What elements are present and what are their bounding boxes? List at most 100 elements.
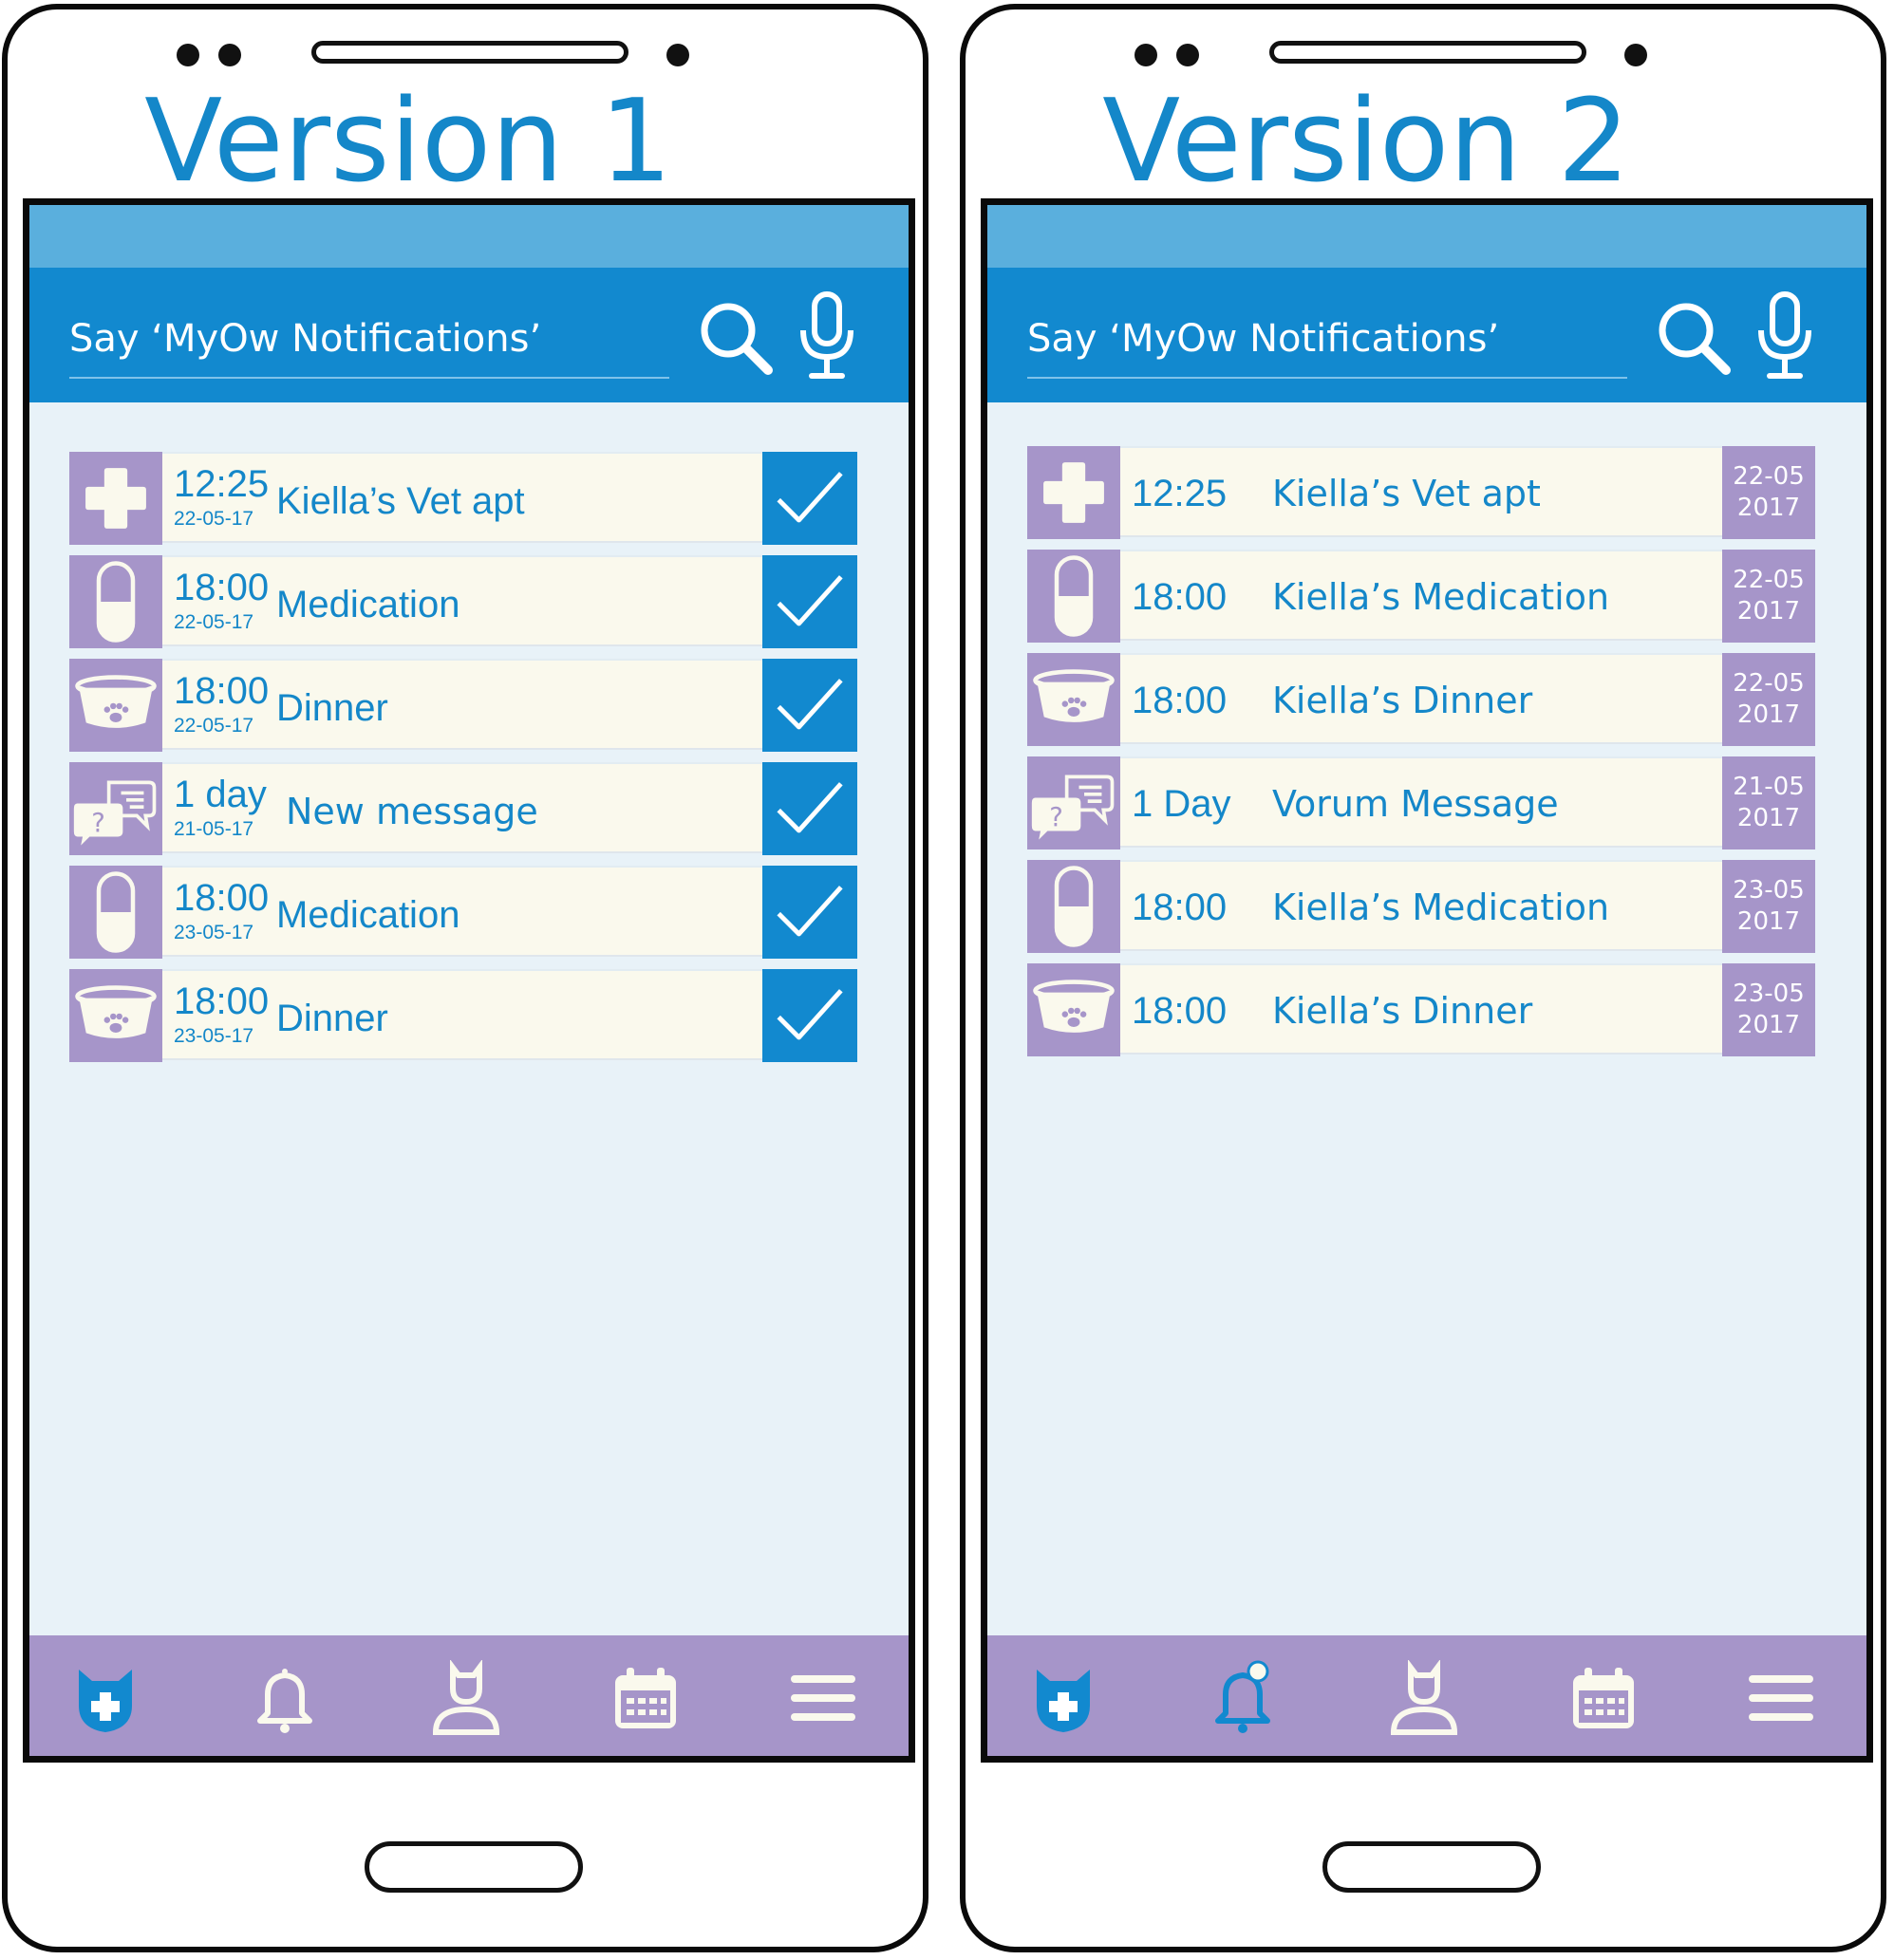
profile-icon[interactable] bbox=[1386, 1660, 1462, 1736]
item-time: 18:00 bbox=[174, 567, 270, 608]
list-item[interactable]: 12:25 Kiella’s Vet apt 22-05 2017 bbox=[1027, 446, 1815, 539]
bell-icon[interactable] bbox=[247, 1660, 323, 1736]
item-date-day-month: 22-05 bbox=[1733, 462, 1805, 491]
item-date-badge: 22-05 2017 bbox=[1722, 550, 1815, 643]
checkmark-icon bbox=[771, 873, 849, 951]
bell-icon[interactable] bbox=[1205, 1660, 1281, 1736]
list-item[interactable]: 1 Day Vorum Message 21-05 2017 bbox=[1027, 756, 1815, 849]
checkmark-icon bbox=[771, 563, 849, 641]
list-item[interactable]: 18:00 Kiella’s Dinner 23-05 2017 bbox=[1027, 963, 1815, 1056]
search-input[interactable]: Say ‘MyOw Notifications’ bbox=[1027, 317, 1499, 361]
item-time: 12:25 bbox=[174, 463, 270, 505]
list-item[interactable]: 18:00 22-05-17 Medication bbox=[69, 555, 857, 648]
food-bowl-icon bbox=[1027, 963, 1120, 1056]
mark-done-button[interactable] bbox=[762, 762, 857, 855]
calendar-icon[interactable] bbox=[1566, 1660, 1641, 1736]
search-underline bbox=[1027, 377, 1627, 379]
item-label: Kiella’s Vet apt bbox=[276, 480, 525, 522]
phone-version-1: Version 1 Say ‘MyOw Notifications’ 12:25… bbox=[2, 4, 928, 1952]
item-date-day-month: 22-05 bbox=[1733, 566, 1805, 594]
pet-health-icon[interactable] bbox=[1025, 1660, 1101, 1736]
item-time: 18:00 bbox=[1132, 990, 1228, 1032]
chat-question-icon bbox=[1027, 756, 1120, 849]
list-item[interactable]: 18:00 22-05-17 Dinner bbox=[69, 659, 857, 752]
item-date-year: 2017 bbox=[1736, 700, 1801, 729]
item-date: 23-05-17 bbox=[174, 922, 254, 943]
item-time: 18:00 bbox=[174, 670, 270, 712]
microphone-icon[interactable] bbox=[789, 289, 865, 383]
mark-done-button[interactable] bbox=[762, 969, 857, 1062]
front-camera-dot bbox=[1624, 44, 1647, 66]
item-label: New message bbox=[286, 791, 538, 832]
version-title: Version 2 bbox=[1102, 76, 1630, 208]
menu-icon[interactable] bbox=[1743, 1660, 1819, 1736]
bottom-navigation bbox=[987, 1635, 1866, 1756]
item-label: Medication bbox=[276, 894, 460, 936]
pet-health-icon[interactable] bbox=[67, 1660, 143, 1736]
item-label: Dinner bbox=[276, 687, 388, 729]
item-date: 22-05-17 bbox=[174, 611, 254, 633]
mark-done-button[interactable] bbox=[762, 555, 857, 648]
menu-icon[interactable] bbox=[785, 1660, 861, 1736]
item-label: Medication bbox=[276, 584, 460, 625]
item-label: Kiella’s Medication bbox=[1272, 887, 1610, 928]
item-label: Kiella’s Dinner bbox=[1272, 990, 1533, 1032]
item-date-year: 2017 bbox=[1736, 597, 1801, 625]
item-date-day-month: 23-05 bbox=[1733, 980, 1805, 1008]
search-bar: Say ‘MyOw Notifications’ bbox=[987, 268, 1866, 402]
list-item[interactable]: 18:00 Kiella’s Dinner 22-05 2017 bbox=[1027, 653, 1815, 746]
item-time: 1 day bbox=[174, 774, 267, 815]
item-label: Kiella’s Dinner bbox=[1272, 680, 1533, 721]
sensor-dot bbox=[1176, 44, 1199, 66]
item-time: 18:00 bbox=[1132, 887, 1228, 928]
item-date-badge: 21-05 2017 bbox=[1722, 756, 1815, 849]
sensor-dot bbox=[218, 44, 241, 66]
search-input[interactable]: Say ‘MyOw Notifications’ bbox=[69, 317, 541, 361]
search-bar: Say ‘MyOw Notifications’ bbox=[29, 268, 909, 402]
item-date-year: 2017 bbox=[1736, 494, 1801, 522]
status-bar bbox=[987, 205, 1866, 268]
app-screen: Say ‘MyOw Notifications’ 12:25 22-05-17 … bbox=[23, 198, 915, 1763]
list-item[interactable]: 18:00 Kiella’s Medication 23-05 2017 bbox=[1027, 860, 1815, 953]
bottom-navigation bbox=[29, 1635, 909, 1756]
item-date-year: 2017 bbox=[1736, 804, 1801, 832]
camera-dot bbox=[1135, 44, 1157, 66]
notification-list: 12:25 22-05-17 Kiella’s Vet apt 18:00 22… bbox=[69, 452, 857, 1073]
search-underline bbox=[69, 377, 669, 379]
item-date-day-month: 22-05 bbox=[1733, 669, 1805, 698]
mark-done-button[interactable] bbox=[762, 659, 857, 752]
medical-cross-icon bbox=[1027, 446, 1120, 539]
medical-cross-icon bbox=[69, 452, 162, 545]
list-item[interactable]: 18:00 23-05-17 Medication bbox=[69, 866, 857, 959]
mark-done-button[interactable] bbox=[762, 452, 857, 545]
notification-list: 12:25 Kiella’s Vet apt 22-05 2017 18:00 … bbox=[1027, 446, 1815, 1067]
item-time: 18:00 bbox=[174, 980, 270, 1022]
checkmark-icon bbox=[771, 770, 849, 848]
speaker-grille bbox=[1269, 41, 1586, 64]
mark-done-button[interactable] bbox=[762, 866, 857, 959]
home-button[interactable] bbox=[365, 1841, 583, 1893]
item-date: 22-05-17 bbox=[174, 715, 254, 737]
item-time: 18:00 bbox=[1132, 576, 1228, 618]
calendar-icon[interactable] bbox=[608, 1660, 684, 1736]
camera-dot bbox=[177, 44, 199, 66]
item-date-year: 2017 bbox=[1736, 1011, 1801, 1039]
search-icon[interactable] bbox=[1652, 296, 1737, 382]
profile-icon[interactable] bbox=[428, 1660, 504, 1736]
item-date-badge: 22-05 2017 bbox=[1722, 653, 1815, 746]
microphone-icon[interactable] bbox=[1747, 289, 1823, 383]
home-button[interactable] bbox=[1322, 1841, 1541, 1893]
status-bar bbox=[29, 205, 909, 268]
pill-icon bbox=[69, 555, 162, 648]
phone-version-2: Version 2 Say ‘MyOw Notifications’ 12:25… bbox=[960, 4, 1886, 1952]
search-icon[interactable] bbox=[694, 296, 779, 382]
checkmark-icon bbox=[771, 977, 849, 1055]
list-item[interactable]: 1 day 21-05-17 New message bbox=[69, 762, 857, 855]
list-item[interactable]: 12:25 22-05-17 Kiella’s Vet apt bbox=[69, 452, 857, 545]
list-item[interactable]: 18:00 Kiella’s Medication 22-05 2017 bbox=[1027, 550, 1815, 643]
speaker-grille bbox=[311, 41, 628, 64]
item-label: Dinner bbox=[276, 998, 388, 1039]
food-bowl-icon bbox=[69, 659, 162, 752]
list-item[interactable]: 18:00 23-05-17 Dinner bbox=[69, 969, 857, 1062]
version-title: Version 1 bbox=[144, 76, 672, 208]
